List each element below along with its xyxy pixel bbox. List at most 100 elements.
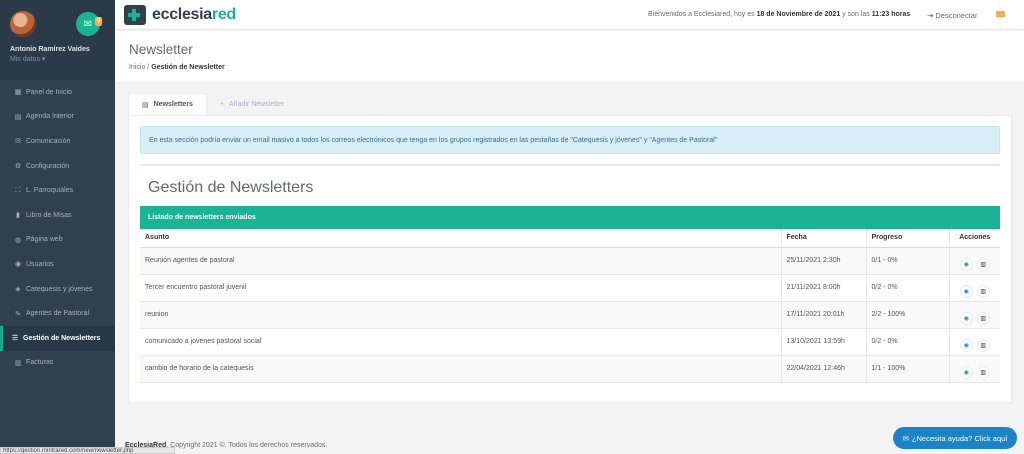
welcome-message: Bienvenidos a Ecclesiared, hoy es 18 de … — [648, 11, 910, 18]
dashboard-icon: ▦ — [14, 89, 22, 97]
view-eye-icon[interactable]: ◉ — [959, 338, 973, 352]
table-row: Tercer encuentro pastoral juvenil 21/11/… — [140, 274, 1000, 302]
view-eye-icon[interactable]: ◉ — [959, 365, 973, 379]
view-eye-icon[interactable]: ◉ — [959, 311, 973, 325]
sidebar-item-comunicacion[interactable]: ✉ Comunicación — [0, 129, 115, 154]
view-eye-icon[interactable]: ◉ — [959, 284, 973, 298]
sidebar-item-configuracion[interactable]: ⚙ Configuración — [0, 154, 115, 179]
help-button[interactable]: ✉ ¿Necesita ayuda? Click aquí — [893, 427, 1017, 449]
sidebar: ✉ 0 Antonio Ramírez Vaides Mis datos ▾ ▦… — [0, 0, 115, 454]
sidebar-item-catequesis[interactable]: ◈ Catequesis y jóvenes — [0, 277, 115, 302]
sidebar-item-label: Gestión de Newsletters — [23, 334, 101, 342]
cell-acciones: ◉ ▥ — [949, 355, 1000, 383]
sidebar-item-libro-de-misas[interactable]: ▮ Libro de Misas — [0, 203, 115, 228]
sidebar-item-label: Configuración — [26, 162, 70, 170]
column-header-asunto: Asunto — [140, 229, 782, 248]
sidebar-item-label: Usuarios — [26, 260, 54, 268]
sidebar-item-usuarios[interactable]: ◉ Usuarios — [0, 252, 115, 277]
tab-add-newsletter[interactable]: + Añadir Newsletter — [207, 93, 297, 115]
tab-panel: En esta sección podría enviar un email m… — [128, 115, 1012, 403]
cell-asunto: Reunión agentes de pastoral — [140, 247, 782, 275]
sidebar-item-agenda-interior[interactable]: ▤ Agenda Interior — [0, 105, 115, 130]
tab-label: Newsletters — [153, 101, 193, 108]
sidebar-item-label: L. Parroquiales — [26, 187, 74, 195]
logo[interactable]: ecclesiared — [124, 4, 236, 25]
welcome-time: 11:23 horas — [871, 11, 911, 18]
column-header-acciones: Acciones — [949, 229, 1000, 248]
cell-asunto: Tercer encuentro pastoral juvenil — [140, 274, 782, 302]
delete-trash-icon[interactable]: ▥ — [976, 365, 990, 379]
cell-fecha: 25/11/2021 2:30h — [781, 247, 867, 275]
pencil-icon: ✎ — [15, 310, 21, 318]
envelope-icon: ✉ — [15, 138, 21, 146]
delete-trash-icon[interactable]: ▥ — [976, 338, 990, 352]
cell-progreso: 0/2 - 0% — [866, 274, 950, 302]
group-icon: ◈ — [15, 286, 21, 294]
view-eye-icon[interactable]: ◉ — [959, 257, 973, 271]
sidebar-profile: ✉ 0 Antonio Ramírez Vaides Mis datos ▾ — [0, 0, 115, 80]
cell-progreso: 2/2 - 100% — [866, 301, 950, 329]
tab-bar: ▤ Newsletters + Añadir Newsletter — [128, 93, 1012, 115]
sidebar-item-label: Agenda Interior — [26, 113, 74, 121]
users-icon: ◉ — [14, 261, 22, 269]
cell-fecha: 22/04/2021 12:46h — [781, 355, 867, 383]
top-navbar: ecclesiared Bienvenidos a Ecclesiared, h… — [115, 0, 1024, 30]
logo-text-accent: red — [211, 5, 236, 23]
delete-trash-icon[interactable]: ▥ — [976, 257, 990, 271]
cell-fecha: 17/11/2021 20:01h — [781, 301, 867, 329]
gear-icon: ⚙ — [14, 163, 22, 171]
sidebar-item-panel-inicio[interactable]: ▦ Panel de Inicio — [0, 80, 115, 105]
sidebar-item-label: Comunicación — [26, 137, 71, 145]
newsletters-box: Gestión de Newsletters Listado de newsle… — [140, 164, 1000, 383]
section-title: Gestión de Newsletters — [148, 179, 314, 196]
menu-toggle-icon[interactable] — [996, 11, 1005, 17]
cell-acciones: ◉ ▥ — [949, 328, 1000, 356]
sidebar-item-agentes-pastoral[interactable]: ✎ Agentes de Pastoral — [0, 301, 115, 326]
cell-acciones: ◉ ▥ — [949, 247, 1000, 275]
sidebar-item-pagina-web[interactable]: ◍ Página web — [0, 228, 115, 253]
page-title: Newsletter — [129, 42, 193, 57]
sidebar-item-facturas[interactable]: ▥ Facturas — [0, 351, 115, 376]
sidebar-item-label: Agentes de Pastoral — [26, 310, 90, 318]
sidebar-item-libros-parroquiales[interactable]: ⛶ L. Parroquiales — [0, 178, 115, 203]
plus-icon: + — [219, 100, 225, 108]
logout-button[interactable]: ⇥ Desconectar — [927, 11, 977, 20]
welcome-prefix: Bienvenidos a Ecclesiared, hoy es — [648, 11, 757, 18]
cell-progreso: 0/2 - 0% — [866, 328, 950, 356]
envelope-icon: ✉ — [83, 18, 93, 30]
tab-newsletters[interactable]: ▤ Newsletters — [128, 93, 207, 115]
logo-text: ecclesiared — [152, 6, 236, 24]
list-icon: ▤ — [142, 101, 149, 109]
tab-label: Añadir Newsletter — [229, 100, 285, 108]
newsletters-table: Asunto Fecha Progreso Acciones Reunión a… — [140, 229, 1000, 383]
bar-chart-icon: ▥ — [14, 359, 22, 367]
table-row: comunicado a jovenes pastoral social 13/… — [140, 328, 1000, 356]
books-icon: ⛶ — [15, 186, 21, 194]
mail-button[interactable]: ✉ 0 — [76, 12, 103, 36]
cell-asunto: comunicado a jovenes pastoral social — [140, 328, 782, 356]
mail-count-badge: 0 — [95, 17, 103, 26]
sidebar-nav: ▦ Panel de Inicio ▤ Agenda Interior ✉ Comun… — [0, 80, 115, 375]
welcome-mid: y son las — [840, 11, 872, 18]
breadcrumb-home[interactable]: Inicio — [129, 64, 145, 71]
sidebar-item-label: Panel de Inicio — [26, 88, 72, 96]
logo-text-main: ecclesia — [152, 5, 212, 23]
envelope-icon: ✉ — [902, 433, 909, 443]
cell-acciones: ◉ ▥ — [949, 274, 1000, 302]
my-data-dropdown[interactable]: Mis datos ▾ — [10, 55, 105, 63]
calendar-icon: ▤ — [14, 113, 22, 121]
sidebar-item-label: Página web — [26, 236, 63, 244]
column-header-progreso: Progreso — [866, 229, 950, 248]
welcome-date: 18 de Noviembre de 2021 — [756, 11, 841, 18]
delete-trash-icon[interactable]: ▥ — [976, 284, 990, 298]
footer-text: , Copyright 2021 ©. Todos los derechos r… — [166, 442, 328, 449]
cross-logo-icon — [124, 4, 146, 25]
sidebar-item-gestion-newsletters[interactable]: ☰ Gestión de Newsletters — [0, 325, 115, 351]
table-row: Reunión agentes de pastoral 25/11/2021 2… — [140, 247, 1000, 275]
main-content: ▤ Newsletters + Añadir Newsletter En esta … — [128, 93, 1012, 403]
avatar[interactable] — [10, 11, 36, 37]
list-icon: ☰ — [11, 335, 19, 343]
delete-trash-icon[interactable]: ▥ — [976, 311, 990, 325]
breadcrumb: Inicio / Gestión de Newsletter — [129, 64, 1024, 71]
cell-progreso: 1/1 - 100% — [866, 355, 950, 383]
